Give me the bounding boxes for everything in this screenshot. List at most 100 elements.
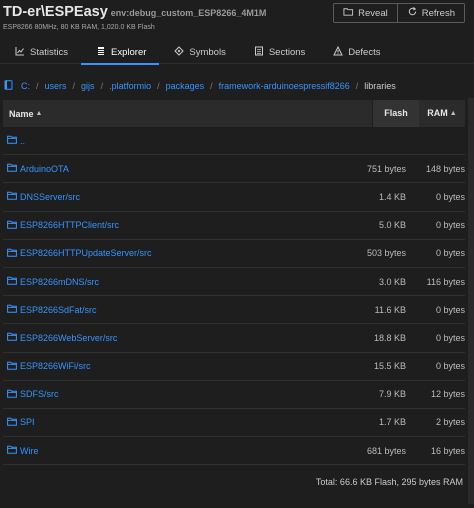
tab-symbols[interactable]: Symbols	[159, 40, 238, 64]
folder-icon	[7, 389, 17, 400]
folder-icon	[7, 220, 17, 231]
device-subtitle: ESP8266 80MHz, 80 KB RAM, 1,020.0 KB Fla…	[3, 24, 155, 31]
tab-defects[interactable]: Defects	[318, 40, 393, 64]
tab-sections-label: Sections	[268, 46, 306, 58]
folder-icon	[7, 248, 17, 259]
row-name-cell[interactable]: ESP8266HTTPUpdateServer/src	[3, 248, 348, 259]
tab-explorer-label: Explorer	[111, 46, 147, 58]
table-row[interactable]: ESP8266HTTPClient/src 5.0 KB 0 bytes	[3, 212, 465, 240]
row-name-cell[interactable]: ..	[3, 135, 348, 146]
row-name-cell[interactable]: Wire	[3, 445, 348, 456]
row-name-cell[interactable]: DNSServer/src	[3, 191, 348, 202]
row-flash-cell: 5.0 KB	[378, 220, 406, 231]
sort-icon: ▲︎	[35, 110, 43, 117]
breadcrumb-link-packages[interactable]: packages	[166, 81, 205, 91]
folder-icon	[7, 361, 17, 372]
header-button-group: Reveal Refresh	[333, 3, 465, 23]
explorer-icon	[96, 46, 106, 59]
breadcrumb-separator: /	[210, 81, 213, 91]
breadcrumb-separator: /	[72, 81, 76, 91]
tab-defects-label: Defects	[348, 46, 381, 58]
row-ram-cell: 0 bytes	[435, 304, 465, 315]
row-ram-cell: 0 bytes	[435, 332, 465, 343]
folder-icon	[7, 445, 17, 456]
table-header: Name ▲︎ Flash RAM ▲︎	[3, 100, 465, 127]
symbols-icon	[174, 45, 185, 59]
tab-explorer[interactable]: Explorer	[81, 40, 160, 65]
table-row[interactable]: DNSServer/src 1.4 KB 0 bytes	[3, 183, 465, 212]
row-ram-cell: 12 bytes	[430, 389, 465, 400]
breadcrumb-separator: /	[355, 81, 359, 91]
row-name-cell[interactable]: ESP8266HTTPClient/src	[3, 220, 348, 231]
total-label: Total: 66.6 KB Flash, 295 bytes RAM	[315, 476, 463, 487]
reveal-label: Reveal	[358, 7, 388, 19]
tab-bar: Statistics Explorer Symbols Sections Def…	[0, 40, 474, 65]
project-title: TD-er\ESPEasy	[3, 4, 108, 20]
column-header-ram[interactable]: RAM ▲︎	[419, 100, 465, 127]
statistics-icon	[15, 46, 25, 59]
row-name-label: SDFS/src	[20, 389, 59, 400]
column-header-name[interactable]: Name ▲︎	[3, 109, 372, 119]
row-name-label: ArduinoOTA	[20, 163, 69, 174]
sections-icon	[254, 46, 264, 59]
row-name-label: DNSServer/src	[20, 191, 81, 202]
breadcrumb-separator: /	[36, 81, 39, 91]
table-row[interactable]: ArduinoOTA 751 bytes 148 bytes	[3, 155, 465, 184]
sort-icon: ▲︎	[449, 110, 457, 117]
row-name-label: ESP8266WiFi/src	[20, 361, 91, 372]
row-name-cell[interactable]: SPI	[3, 417, 348, 428]
folder-icon	[7, 276, 17, 287]
tab-sections[interactable]: Sections	[239, 40, 318, 64]
row-name-cell[interactable]: ESP8266SdFat/src	[3, 304, 348, 315]
breadcrumb-link-gijs[interactable]: gijs	[81, 81, 95, 91]
table-row[interactable]: ESP8266WiFi/src 15.5 KB 0 bytes	[3, 353, 465, 381]
refresh-label: Refresh	[421, 7, 455, 19]
table-row[interactable]: ESP8266HTTPUpdateServer/src 503 bytes 0 …	[3, 240, 465, 268]
table-row[interactable]: ESP8266mDNS/src 3.0 KB 116 bytes	[3, 268, 465, 297]
row-flash-cell: 503 bytes	[366, 248, 406, 259]
breadcrumb-link-platformio[interactable]: .platformio	[109, 81, 151, 91]
row-name-label: SPI	[20, 417, 35, 428]
breadcrumb-current: libraries	[364, 81, 396, 91]
row-name-label: Wire	[20, 445, 39, 456]
row-name-label: ESP8266HTTPUpdateServer/src	[20, 248, 152, 259]
table-row[interactable]: ..	[3, 127, 465, 156]
folder-icon	[7, 135, 17, 146]
row-flash-cell: 1.7 KB	[378, 417, 406, 428]
row-ram-cell: 0 bytes	[435, 220, 465, 231]
breadcrumb-separator: /	[157, 81, 160, 91]
folder-icon	[7, 304, 17, 315]
row-name-cell[interactable]: SDFS/src	[3, 389, 348, 400]
database-icon	[4, 80, 21, 92]
table-row[interactable]: ESP8266WebServer/src 18.8 KB 0 bytes	[3, 324, 465, 353]
table-total: Total: 66.6 KB Flash, 295 bytes RAM	[3, 465, 465, 498]
refresh-button[interactable]: Refresh	[396, 4, 464, 22]
breadcrumb-link-users[interactable]: users	[45, 81, 67, 91]
row-name-label: ESP8266HTTPClient/src	[20, 220, 120, 231]
row-name-cell[interactable]: ESP8266WebServer/src	[3, 332, 348, 343]
vertical-scrollbar[interactable]	[468, 98, 474, 504]
row-flash-cell: 3.0 KB	[378, 276, 406, 287]
row-flash-cell: 7.9 KB	[378, 389, 406, 400]
row-flash-cell: 18.8 KB	[373, 332, 406, 343]
table-row[interactable]: SPI 1.7 KB 2 bytes	[3, 409, 465, 438]
column-flash-label: Flash	[384, 108, 408, 118]
row-name-label: ..	[20, 135, 26, 146]
table-body: .. ArduinoOTA 751 bytes 148 bytes DNSSer…	[3, 127, 465, 466]
breadcrumb-link-framework[interactable]: framework-arduinoespressif8266	[219, 81, 350, 91]
row-flash-cell: 681 bytes	[366, 445, 406, 456]
tab-statistics[interactable]: Statistics	[0, 40, 81, 64]
table-row[interactable]: Wire 681 bytes 16 bytes	[3, 437, 465, 466]
row-name-cell[interactable]: ESP8266WiFi/src	[3, 361, 348, 372]
row-name-cell[interactable]: ArduinoOTA	[3, 163, 348, 174]
breadcrumb-separator: /	[100, 81, 104, 91]
row-name-cell[interactable]: ESP8266mDNS/src	[3, 276, 348, 287]
libraries-table: Name ▲︎ Flash RAM ▲︎ .. ArduinoOTA 751 b…	[3, 100, 465, 498]
table-row[interactable]: ESP8266SdFat/src 11.6 KB 0 bytes	[3, 296, 465, 325]
column-header-flash[interactable]: Flash	[372, 100, 419, 127]
table-row[interactable]: SDFS/src 7.9 KB 12 bytes	[3, 381, 465, 409]
tab-symbols-label: Symbols	[189, 46, 226, 58]
breadcrumb-link-drive[interactable]: C:	[21, 81, 30, 91]
tab-statistics-label: Statistics	[30, 46, 69, 58]
reveal-button[interactable]: Reveal	[334, 4, 397, 22]
